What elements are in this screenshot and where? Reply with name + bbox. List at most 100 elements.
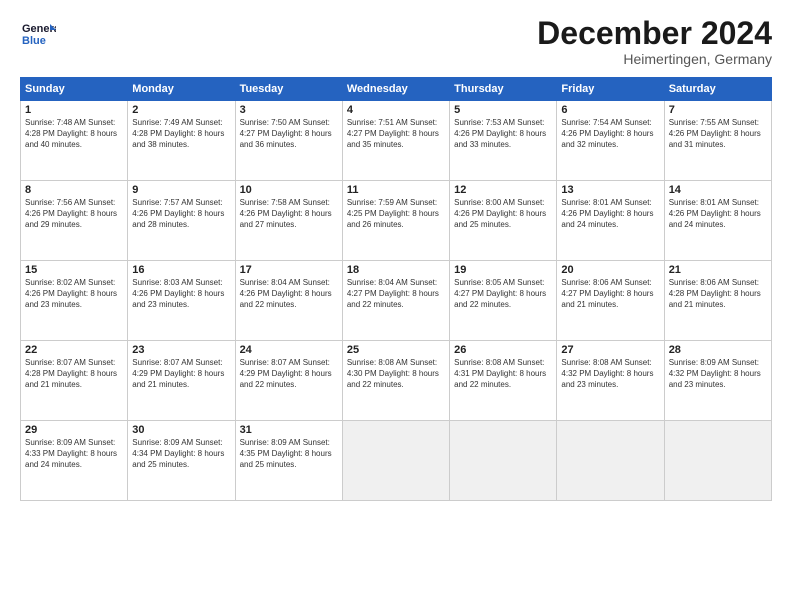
day-info: Sunrise: 7:49 AM Sunset: 4:28 PM Dayligh…: [132, 118, 230, 150]
calendar-day: 13Sunrise: 8:01 AM Sunset: 4:26 PM Dayli…: [557, 181, 664, 261]
calendar-day: 15Sunrise: 8:02 AM Sunset: 4:26 PM Dayli…: [21, 261, 128, 341]
day-info: Sunrise: 8:03 AM Sunset: 4:26 PM Dayligh…: [132, 278, 230, 310]
day-number: 15: [25, 264, 123, 276]
calendar-day: [557, 421, 664, 501]
header: General Blue December 2024 Heimertingen,…: [20, 16, 772, 67]
day-number: 31: [240, 424, 338, 436]
day-number: 25: [347, 344, 445, 356]
day-info: Sunrise: 7:56 AM Sunset: 4:26 PM Dayligh…: [25, 198, 123, 230]
day-number: 9: [132, 184, 230, 196]
calendar-day: 30 Sunrise: 8:09 AM Sunset: 4:34 PM Dayli…: [128, 421, 235, 501]
day-info: Sunrise: 8:06 AM Sunset: 4:28 PM Dayligh…: [669, 278, 767, 310]
day-number: 5: [454, 104, 552, 116]
calendar-day: 19Sunrise: 8:05 AM Sunset: 4:27 PM Dayli…: [450, 261, 557, 341]
day-info: Sunrise: 8:08 AM Sunset: 4:30 PM Dayligh…: [347, 358, 445, 390]
day-number: 11: [347, 184, 445, 196]
calendar-day: 1 Sunrise: 7:48 AM Sunset: 4:28 PM Daylig…: [21, 101, 128, 181]
day-number: 19: [454, 264, 552, 276]
day-number: 10: [240, 184, 338, 196]
day-info: Sunrise: 8:01 AM Sunset: 4:26 PM Dayligh…: [669, 198, 767, 230]
calendar-day: 3 Sunrise: 7:50 AM Sunset: 4:27 PM Daylig…: [235, 101, 342, 181]
day-number: 3: [240, 104, 338, 116]
col-tuesday: Tuesday: [235, 78, 342, 101]
calendar-day: 11 Sunrise: 7:59 AM Sunset: 4:25 PM Dayli…: [342, 181, 449, 261]
day-number: 23: [132, 344, 230, 356]
day-number: 26: [454, 344, 552, 356]
day-number: 7: [669, 104, 767, 116]
day-number: 14: [669, 184, 767, 196]
day-info: Sunrise: 8:09 AM Sunset: 4:34 PM Dayligh…: [132, 438, 230, 470]
logo-icon: General Blue: [20, 16, 56, 52]
title-block: December 2024 Heimertingen, Germany: [537, 16, 772, 67]
day-info: Sunrise: 7:58 AM Sunset: 4:26 PM Dayligh…: [240, 198, 338, 230]
day-number: 29: [25, 424, 123, 436]
calendar-day: 14 Sunrise: 8:01 AM Sunset: 4:26 PM Dayli…: [664, 181, 771, 261]
day-number: 22: [25, 344, 123, 356]
calendar-day: 2 Sunrise: 7:49 AM Sunset: 4:28 PM Daylig…: [128, 101, 235, 181]
calendar-day: 26 Sunrise: 8:08 AM Sunset: 4:31 PM Dayli…: [450, 341, 557, 421]
calendar-day: 16 Sunrise: 8:03 AM Sunset: 4:26 PM Dayli…: [128, 261, 235, 341]
day-info: Sunrise: 8:08 AM Sunset: 4:32 PM Dayligh…: [561, 358, 659, 390]
day-number: 30: [132, 424, 230, 436]
day-info: Sunrise: 8:00 AM Sunset: 4:26 PM Dayligh…: [454, 198, 552, 230]
day-number: 4: [347, 104, 445, 116]
day-number: 17: [240, 264, 338, 276]
location: Heimertingen, Germany: [537, 51, 772, 67]
calendar-day: 18Sunrise: 8:04 AM Sunset: 4:27 PM Dayli…: [342, 261, 449, 341]
day-number: 12: [454, 184, 552, 196]
calendar-week-4: 29 Sunrise: 8:09 AM Sunset: 4:33 PM Dayli…: [21, 421, 772, 501]
day-info: Sunrise: 8:06 AM Sunset: 4:27 PM Dayligh…: [561, 278, 659, 310]
calendar-day: 24Sunrise: 8:07 AM Sunset: 4:29 PM Dayli…: [235, 341, 342, 421]
day-info: Sunrise: 8:09 AM Sunset: 4:35 PM Dayligh…: [240, 438, 338, 470]
day-info: Sunrise: 7:51 AM Sunset: 4:27 PM Dayligh…: [347, 118, 445, 150]
calendar-day: 7Sunrise: 7:55 AM Sunset: 4:26 PM Daylig…: [664, 101, 771, 181]
svg-text:Blue: Blue: [22, 35, 46, 47]
calendar-day: 28Sunrise: 8:09 AM Sunset: 4:32 PM Dayli…: [664, 341, 771, 421]
day-info: Sunrise: 7:48 AM Sunset: 4:28 PM Dayligh…: [25, 118, 123, 150]
day-number: 8: [25, 184, 123, 196]
day-info: Sunrise: 7:53 AM Sunset: 4:26 PM Dayligh…: [454, 118, 552, 150]
calendar-day: 31 Sunrise: 8:09 AM Sunset: 4:35 PM Dayli…: [235, 421, 342, 501]
col-friday: Friday: [557, 78, 664, 101]
calendar-day: 20Sunrise: 8:06 AM Sunset: 4:27 PM Dayli…: [557, 261, 664, 341]
calendar-week-3: 22 Sunrise: 8:07 AM Sunset: 4:28 PM Dayli…: [21, 341, 772, 421]
day-info: Sunrise: 7:59 AM Sunset: 4:25 PM Dayligh…: [347, 198, 445, 230]
col-sunday: Sunday: [21, 78, 128, 101]
day-number: 2: [132, 104, 230, 116]
day-info: Sunrise: 8:08 AM Sunset: 4:31 PM Dayligh…: [454, 358, 552, 390]
calendar-day: 10 Sunrise: 7:58 AM Sunset: 4:26 PM Dayli…: [235, 181, 342, 261]
col-wednesday: Wednesday: [342, 78, 449, 101]
col-monday: Monday: [128, 78, 235, 101]
calendar-day: 4 Sunrise: 7:51 AM Sunset: 4:27 PM Daylig…: [342, 101, 449, 181]
day-number: 1: [25, 104, 123, 116]
month-title: December 2024: [537, 16, 772, 51]
day-info: Sunrise: 7:57 AM Sunset: 4:26 PM Dayligh…: [132, 198, 230, 230]
day-number: 18: [347, 264, 445, 276]
day-info: Sunrise: 8:04 AM Sunset: 4:26 PM Dayligh…: [240, 278, 338, 310]
day-number: 21: [669, 264, 767, 276]
day-info: Sunrise: 8:09 AM Sunset: 4:33 PM Dayligh…: [25, 438, 123, 470]
calendar-day: 8 Sunrise: 7:56 AM Sunset: 4:26 PM Daylig…: [21, 181, 128, 261]
day-info: Sunrise: 7:54 AM Sunset: 4:26 PM Dayligh…: [561, 118, 659, 150]
calendar-day: 27 Sunrise: 8:08 AM Sunset: 4:32 PM Dayli…: [557, 341, 664, 421]
day-number: 27: [561, 344, 659, 356]
calendar-day: 17 Sunrise: 8:04 AM Sunset: 4:26 PM Dayli…: [235, 261, 342, 341]
day-info: Sunrise: 8:07 AM Sunset: 4:29 PM Dayligh…: [132, 358, 230, 390]
day-number: 24: [240, 344, 338, 356]
calendar-week-0: 1 Sunrise: 7:48 AM Sunset: 4:28 PM Daylig…: [21, 101, 772, 181]
col-thursday: Thursday: [450, 78, 557, 101]
calendar-header-row: Sunday Monday Tuesday Wednesday Thursday…: [21, 78, 772, 101]
logo: General Blue: [20, 16, 60, 52]
calendar-day: [664, 421, 771, 501]
day-info: Sunrise: 8:07 AM Sunset: 4:28 PM Dayligh…: [25, 358, 123, 390]
calendar-day: 9 Sunrise: 7:57 AM Sunset: 4:26 PM Daylig…: [128, 181, 235, 261]
day-number: 6: [561, 104, 659, 116]
day-info: Sunrise: 7:50 AM Sunset: 4:27 PM Dayligh…: [240, 118, 338, 150]
day-info: Sunrise: 8:01 AM Sunset: 4:26 PM Dayligh…: [561, 198, 659, 230]
main-container: General Blue December 2024 Heimertingen,…: [0, 0, 792, 511]
calendar-day: 21 Sunrise: 8:06 AM Sunset: 4:28 PM Dayli…: [664, 261, 771, 341]
day-number: 16: [132, 264, 230, 276]
calendar-table: Sunday Monday Tuesday Wednesday Thursday…: [20, 77, 772, 501]
calendar-day: 6 Sunrise: 7:54 AM Sunset: 4:26 PM Daylig…: [557, 101, 664, 181]
calendar-day: [450, 421, 557, 501]
